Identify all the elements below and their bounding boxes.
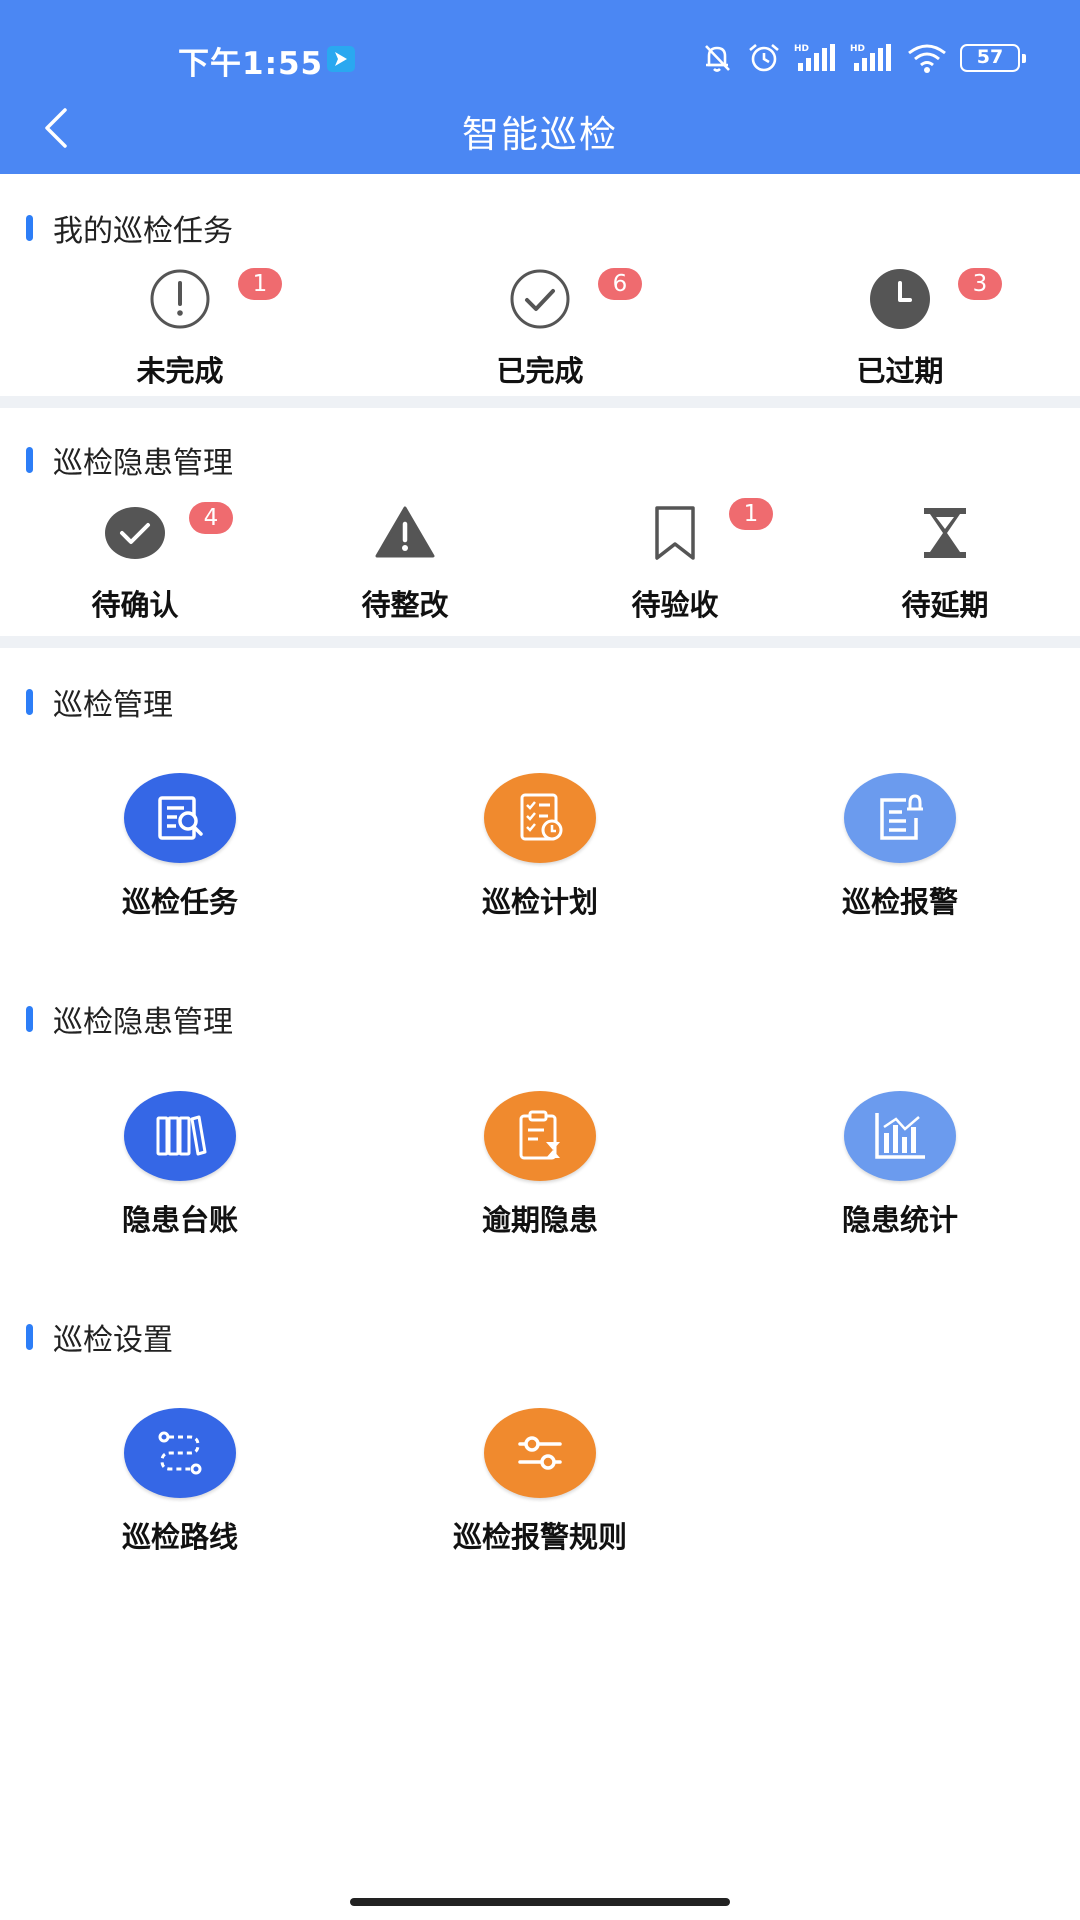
grid-item-label: 隐患统计 [841,1203,958,1237]
hazard-pending-confirm[interactable]: 待确认 4 [35,502,235,624]
notification-app-icon [327,46,355,72]
grid-item-label: 隐患台账 [121,1203,238,1237]
status-icons: HD HD 57 [700,38,1026,78]
section-accent-bar [26,215,33,241]
section-divider [0,396,1080,408]
clipboard-hourglass-icon [519,1110,560,1160]
mute-bell-icon [705,45,730,72]
grid-item-label: 巡检计划 [481,885,598,919]
sliders-icon [518,1436,562,1470]
section-title-hazard-status: 巡检隐患管理 [26,438,233,482]
clock-icon [870,269,930,329]
app-header: 下午1:55 HD HD 57 智能巡检 [0,0,1080,174]
svg-text:HD: HD [850,44,865,54]
count-badge: 6 [598,268,642,300]
grid-item-label: 逾期隐患 [481,1203,598,1237]
section-title-inspection-settings: 巡检设置 [26,1315,173,1359]
route-icon [158,1431,202,1475]
grid-item-label: 巡检路线 [121,1520,238,1554]
hazard-status-label: 待确认 [91,588,179,622]
section-accent-bar [26,689,33,715]
svg-text:HD: HD [794,44,809,54]
section-title-text: 我的巡检任务 [53,214,233,249]
count-badge: 1 [729,498,773,530]
bookmark-icon [655,506,695,560]
status-time: 下午1:55 [178,46,324,82]
hazard-pending-extension[interactable]: 待延期 [845,502,1045,624]
section-accent-bar [26,1006,33,1032]
home-indicator[interactable] [350,1898,730,1906]
task-expired[interactable]: 已过期 3 [800,268,1002,390]
section-title-inspection-management: 巡检管理 [26,680,173,724]
icon-circle [844,773,956,863]
grid-item-label: 巡检报警规则 [452,1520,627,1554]
task-label: 未完成 [136,354,224,388]
icon-circle [124,1408,236,1498]
icon-circle [484,1408,596,1498]
section-title-text: 巡检隐患管理 [53,1005,233,1040]
count-badge: 4 [189,502,233,534]
section-accent-bar [26,447,33,473]
wifi-icon [908,44,946,73]
task-incomplete[interactable]: 未完成 1 [80,268,282,390]
hazard-pending-rectify[interactable]: 待整改 [305,502,505,624]
inspection-tasks-button[interactable]: 巡检任务 [50,773,310,921]
exclamation-circle-icon [150,269,210,329]
icon-circle [844,1091,956,1181]
document-alarm-icon [880,794,923,840]
task-label: 已过期 [856,354,944,388]
hd-signal-icon: HD [794,44,835,71]
icon-circle [484,1091,596,1181]
inspection-alarm-rules-button[interactable]: 巡检报警规则 [410,1408,670,1556]
document-search-icon [158,796,203,840]
section-accent-bar [26,1324,33,1350]
battery-level: 57 [976,46,1004,68]
section-title-hazard-management: 巡检隐患管理 [26,997,233,1041]
inspection-alarm-button[interactable]: 巡检报警 [770,773,1030,921]
inspection-route-button[interactable]: 巡检路线 [50,1408,310,1556]
checklist-clock-icon [520,793,563,841]
overdue-hazards-button[interactable]: 逾期隐患 [410,1091,670,1239]
check-circle-icon [510,269,570,329]
hazard-status-label: 待延期 [901,588,989,622]
hazard-statistics-button[interactable]: 隐患统计 [770,1091,1030,1239]
page-title: 智能巡检 [462,113,618,156]
icon-circle [124,1091,236,1181]
hourglass-icon [924,508,966,558]
section-title-text: 巡检隐患管理 [53,446,233,481]
task-completed[interactable]: 已完成 6 [440,268,642,390]
bar-chart-icon [875,1113,925,1159]
alarm-icon [749,44,779,72]
section-title-my-tasks: 我的巡检任务 [26,206,233,250]
task-label: 已完成 [496,354,584,388]
section-divider [0,636,1080,648]
inspection-plan-button[interactable]: 巡检计划 [410,773,670,921]
grid-item-label: 巡检报警 [841,885,958,919]
hazard-status-label: 待验收 [631,588,719,622]
count-badge: 1 [238,268,282,300]
battery-icon: 57 [960,44,1026,72]
count-badge: 3 [958,268,1002,300]
hazard-status-label: 待整改 [361,588,449,622]
icon-circle [484,773,596,863]
hazard-ledger-button[interactable]: 隐患台账 [50,1091,310,1239]
ledger-books-icon [156,1115,207,1156]
section-title-text: 巡检管理 [53,688,173,723]
warning-triangle-icon [375,506,435,558]
icon-circle [124,773,236,863]
status-bar: 下午1:55 HD HD 57 [0,0,1080,108]
hd-signal-icon: HD [850,44,891,71]
check-filled-icon [105,507,165,559]
grid-item-label: 巡检任务 [121,885,238,919]
hazard-pending-acceptance[interactable]: 待验收 1 [575,498,775,624]
section-title-text: 巡检设置 [53,1323,173,1358]
